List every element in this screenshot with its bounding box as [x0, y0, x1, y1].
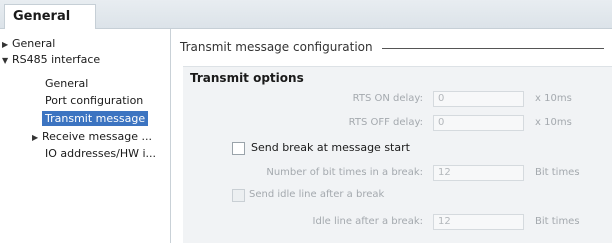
nav-item-label: RS485 interface — [12, 53, 101, 66]
nav-item-general[interactable]: ▶ General — [2, 36, 55, 51]
rts-on-delay-unit: x 10ms — [535, 93, 572, 104]
nav-item-label: General — [12, 37, 56, 50]
rts-on-delay-label: RTS ON delay: — [352, 93, 423, 104]
section-divider — [382, 48, 604, 49]
expand-arrow-icon[interactable]: ▶ — [32, 130, 42, 145]
send-break-checkbox[interactable] — [232, 142, 245, 155]
transmit-options-panel: Transmit options RTS ON delay: 0 x 10ms … — [183, 66, 612, 243]
tab-general[interactable]: General — [4, 4, 96, 30]
rts-on-delay-field[interactable]: 0 — [433, 91, 524, 107]
send-break-label: Send break at message start — [251, 141, 410, 154]
send-idle-line-label: Send idle line after a break — [249, 189, 385, 200]
tab-bar: General — [0, 0, 612, 30]
nav-item-io-addresses[interactable]: IO addresses/HW i... — [45, 146, 156, 161]
nav-item-label: General — [45, 77, 89, 90]
break-bit-times-field[interactable]: 12 — [433, 165, 524, 181]
panel-title: Transmit options — [190, 71, 304, 85]
nav-item-receive-message[interactable]: ▶ Receive message ... — [32, 129, 152, 144]
nav-item-label: Port configuration — [45, 94, 144, 107]
nav-item-port-configuration[interactable]: Port configuration — [45, 93, 143, 108]
idle-line-field[interactable]: 12 — [433, 214, 524, 230]
rts-off-delay-label: RTS OFF delay: — [348, 117, 423, 128]
nav-item-transmit-message[interactable]: Transmit message — [42, 111, 149, 126]
content-area: Transmit message configuration Transmit … — [172, 29, 612, 243]
nav-item-rs485-interface[interactable]: ▼ RS485 interface — [2, 52, 100, 67]
navigation-tree: ▶ General ▼ RS485 interface General Port c… — [0, 29, 171, 243]
idle-line-label: Idle line after a break: — [312, 216, 423, 227]
rts-off-delay-field[interactable]: 0 — [433, 115, 524, 131]
rts-off-delay-unit: x 10ms — [535, 117, 572, 128]
nav-item-label: Receive message ... — [42, 130, 152, 143]
nav-item-label: Transmit message — [45, 112, 146, 125]
send-idle-line-checkbox[interactable] — [232, 189, 245, 202]
nav-item-label: IO addresses/HW i... — [45, 147, 157, 160]
idle-line-unit: Bit times — [535, 216, 580, 227]
break-bit-times-label: Number of bit times in a break: — [266, 167, 423, 178]
section-title: Transmit message configuration — [180, 40, 373, 54]
collapse-arrow-icon[interactable]: ▼ — [2, 53, 12, 68]
expand-arrow-icon[interactable]: ▶ — [2, 37, 12, 52]
break-bit-times-unit: Bit times — [535, 167, 580, 178]
nav-item-rs485-general[interactable]: General — [45, 76, 88, 91]
